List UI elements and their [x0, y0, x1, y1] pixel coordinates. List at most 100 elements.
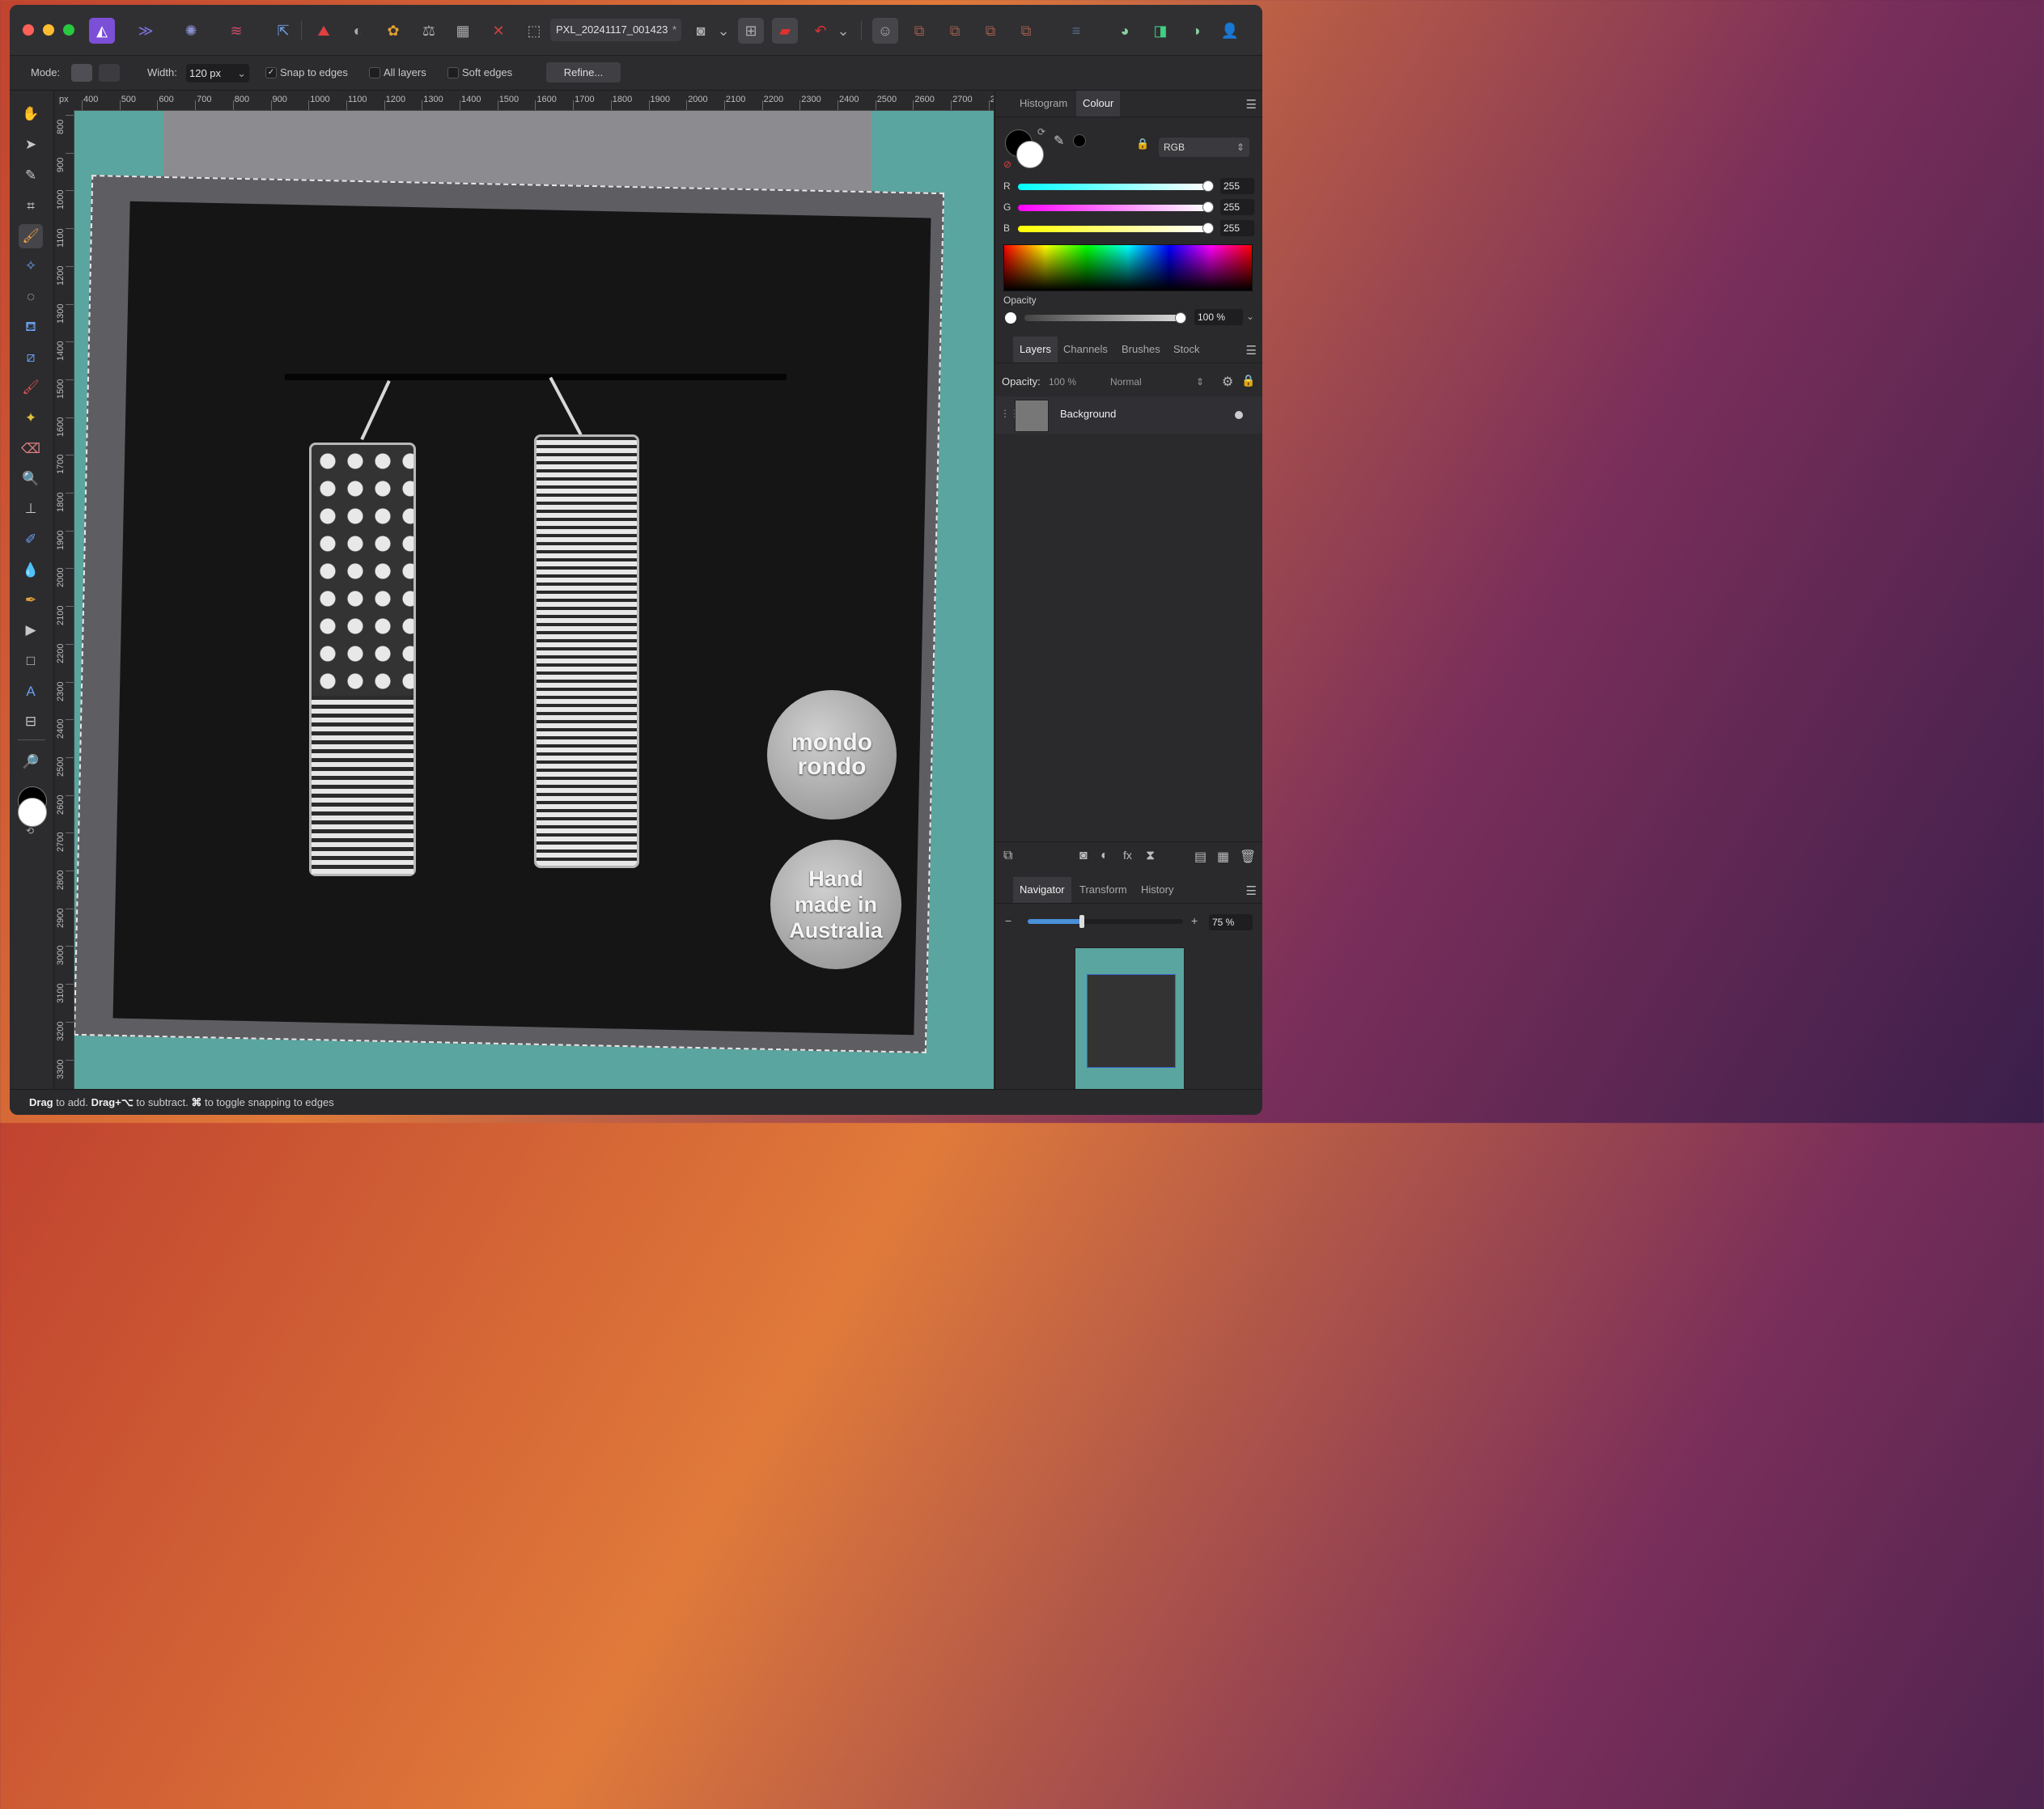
navigator-thumbnail[interactable] [1075, 947, 1185, 1091]
node-tool-icon[interactable]: ▶ [19, 618, 43, 642]
undo-icon[interactable]: ↶ [808, 18, 833, 44]
account-icon[interactable]: 👤 [1217, 18, 1243, 44]
mode-add-button[interactable] [99, 64, 120, 82]
colour-secondary-well[interactable] [1016, 141, 1044, 168]
group-folder-icon[interactable]: ▤ [1194, 849, 1206, 865]
tab-history[interactable]: History [1134, 877, 1180, 903]
colour-model-select[interactable]: RGB ⇕ [1159, 138, 1249, 157]
layer-stack-icon[interactable]: ⧉ [1003, 849, 1012, 863]
artistic-text-tool-icon[interactable]: A [19, 680, 43, 704]
liquify-persona-icon[interactable]: ≫ [133, 18, 159, 44]
chevron-down-icon[interactable]: ⌄ [715, 18, 732, 44]
red-slider[interactable] [1018, 184, 1207, 190]
tab-histogram[interactable]: Histogram [1013, 91, 1074, 117]
blue-slider-knob[interactable] [1202, 222, 1214, 234]
trash-icon[interactable]: 🗑 [1240, 849, 1256, 865]
layer-opacity-field[interactable]: 100 % [1044, 372, 1102, 392]
blue-slider[interactable] [1018, 226, 1207, 232]
assistant-manager-icon[interactable]: ☺ [872, 18, 898, 44]
frame-text-tool-icon[interactable]: ⊟ [19, 710, 43, 734]
view-tool-hand-icon[interactable]: ✋ [19, 102, 43, 126]
blue-value-field[interactable]: 255 [1220, 220, 1254, 236]
panel-menu-icon[interactable]: ☰ [1246, 343, 1257, 358]
width-field[interactable]: 120 px ⌄ [186, 64, 249, 83]
align-icon[interactable]: ≡ [1063, 18, 1089, 44]
green-value-field[interactable]: 255 [1220, 199, 1254, 215]
colour-opacity-slider[interactable] [1024, 315, 1183, 321]
tab-channels[interactable]: Channels [1057, 337, 1114, 362]
colour-opacity-field[interactable]: 100 % [1194, 309, 1243, 325]
develop-persona-icon[interactable]: ✺ [178, 18, 204, 44]
tab-transform[interactable]: Transform [1073, 877, 1134, 903]
tab-navigator[interactable]: Navigator [1013, 877, 1071, 903]
mode-new-button[interactable] [71, 64, 92, 82]
crop-tool-icon[interactable]: ⌗ [19, 194, 43, 218]
tab-stock[interactable]: Stock [1167, 337, 1206, 362]
chevron-down-icon[interactable]: ⌄ [237, 64, 246, 83]
gradient-tool-icon[interactable]: ⧄ [19, 345, 43, 370]
add-pixel-layer-icon[interactable]: ▦ [1217, 849, 1229, 865]
panel-menu-icon[interactable]: ☰ [1246, 883, 1257, 898]
red-value-field[interactable]: 255 [1220, 178, 1254, 194]
gear-icon[interactable]: ⚙ [1222, 374, 1233, 390]
zoom-out-icon[interactable]: − [1005, 914, 1011, 927]
arrange-forward-icon[interactable]: ⧉ [942, 18, 968, 44]
dodge-brush-tool-icon[interactable]: ✦ [19, 406, 43, 430]
arrange-front-icon[interactable]: ⧉ [977, 18, 1003, 44]
assistant-icon[interactable]: ▰ [772, 18, 798, 44]
erase-brush-tool-icon[interactable]: ⌫ [19, 437, 43, 461]
flood-fill-tool-icon[interactable]: ⛾ [19, 316, 43, 340]
green-slider-knob[interactable] [1202, 201, 1214, 213]
marquee-tool-icon[interactable]: ◌ [19, 285, 43, 309]
tab-colour[interactable]: Colour [1076, 91, 1121, 117]
swap-colours-icon[interactable]: ⟳ [1037, 126, 1045, 138]
chevron-down-icon[interactable]: ⌄ [835, 18, 851, 44]
export-persona-icon[interactable]: ⇱ [270, 18, 296, 44]
zoom-slider-knob[interactable] [1079, 915, 1085, 928]
tab-layers[interactable]: Layers [1013, 337, 1058, 362]
no-colour-icon[interactable]: ⊘ [1003, 159, 1011, 170]
soft-edges-checkbox[interactable] [447, 67, 459, 78]
mesh-warp-tool-icon[interactable]: ✒ [19, 588, 43, 612]
document-name-field[interactable]: PXL_20241117_001423 * [550, 19, 681, 41]
zoom-slider[interactable] [1028, 915, 1183, 928]
red-slider-knob[interactable] [1202, 180, 1214, 192]
invert-selection-icon[interactable]: ⬚ [521, 18, 547, 44]
colour-spectrum[interactable] [1003, 244, 1253, 291]
tab-brushes[interactable]: Brushes [1115, 337, 1167, 362]
blur-brush-tool-icon[interactable]: 🔍 [19, 467, 43, 491]
move-tool-icon[interactable]: ➤ [19, 133, 43, 157]
swap-colours-icon[interactable]: ⟲ [26, 825, 34, 837]
boolean-subtract-icon[interactable]: ◨ [1147, 18, 1173, 44]
boolean-intersect-icon[interactable]: ◑ [1183, 18, 1209, 44]
select-all-icon[interactable]: ▦ [450, 18, 476, 44]
refine-button[interactable]: Refine... [546, 62, 621, 83]
selection-brush-tool-icon[interactable]: 🖌 [19, 224, 43, 248]
adjustment-icon[interactable]: ◐ [1100, 849, 1109, 863]
flood-select-tool-icon[interactable]: ✧ [19, 254, 43, 278]
all-layers-checkbox[interactable] [369, 67, 380, 78]
arrange-back-icon[interactable]: ⧉ [906, 18, 932, 44]
deselect-icon[interactable]: ✕ [486, 18, 511, 44]
close-window-button[interactable] [23, 24, 34, 36]
layer-visibility-dot[interactable] [1235, 411, 1243, 419]
panel-menu-icon[interactable]: ☰ [1246, 97, 1257, 112]
lock-icon[interactable]: 🔒 [1136, 138, 1149, 150]
auto-white-balance-icon[interactable]: ⚖ [416, 18, 442, 44]
inpainting-brush-tool-icon[interactable]: ✐ [19, 527, 43, 552]
colour-opacity-knob[interactable] [1175, 312, 1186, 324]
snap-to-edges-checkbox[interactable]: ✓ [265, 67, 277, 78]
snapping-icon[interactable]: ⊞ [738, 18, 764, 44]
secondary-colour-swatch[interactable] [18, 798, 47, 827]
colour-picker-tool-icon[interactable]: ✎ [19, 163, 43, 188]
paint-brush-tool-icon[interactable]: 🖌 [19, 375, 43, 400]
boolean-add-icon[interactable]: ◕ [1112, 18, 1138, 44]
quick-mask-icon[interactable]: ◙ [688, 18, 714, 44]
clone-brush-tool-icon[interactable]: ⊥ [19, 497, 43, 521]
zoom-window-button[interactable] [63, 24, 74, 36]
arrange-backward-icon[interactable]: ⧉ [1013, 18, 1039, 44]
rectangle-tool-icon[interactable]: □ [19, 649, 43, 673]
eyedropper-icon[interactable]: ✎ [1054, 133, 1064, 149]
minimize-window-button[interactable] [43, 24, 54, 36]
tone-mapping-persona-icon[interactable]: ≋ [223, 18, 249, 44]
